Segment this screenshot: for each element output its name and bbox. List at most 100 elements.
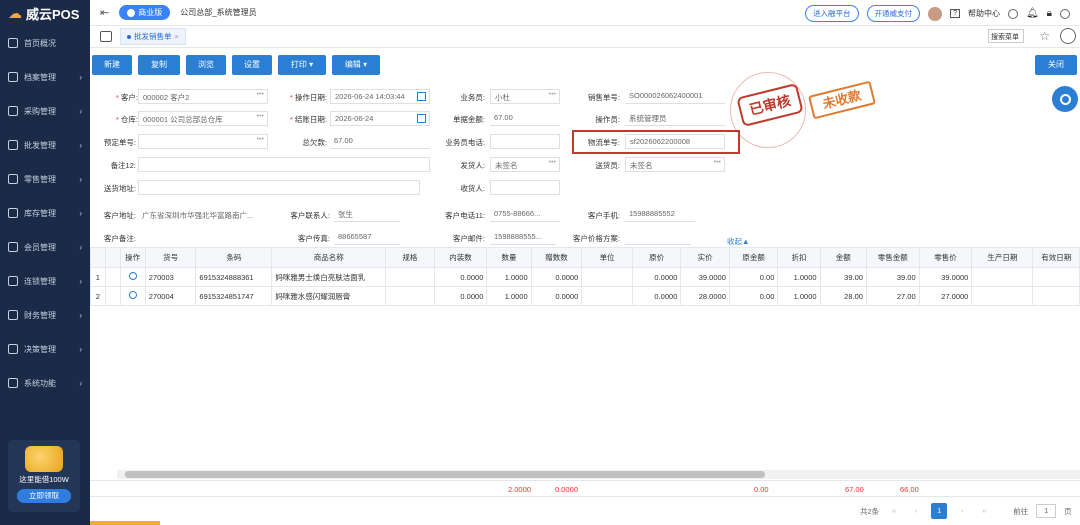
settings-button[interactable]: 设置 xyxy=(232,55,272,75)
copy-button[interactable]: 复制 xyxy=(138,55,180,75)
table-cell[interactable] xyxy=(104,267,121,287)
search-icon[interactable] xyxy=(128,272,137,280)
column-header[interactable]: 商品名称 xyxy=(271,247,387,268)
table-cell[interactable]: 270004 xyxy=(144,286,197,306)
sidebar-item-10[interactable]: 系统功能 › xyxy=(0,366,90,400)
sidebar-item-4[interactable]: 零售管理 › xyxy=(0,162,90,196)
search-icon[interactable] xyxy=(128,291,137,299)
column-header[interactable]: 生产日期 xyxy=(971,247,1034,268)
table-cell[interactable] xyxy=(581,286,633,306)
receiver-field[interactable] xyxy=(490,180,560,195)
sidebar-item-9[interactable]: 决策管理 › xyxy=(0,332,90,366)
table-cell[interactable]: 0.0000 xyxy=(530,286,583,306)
app-logo[interactable]: ☁ 威云POS xyxy=(0,0,90,26)
next-page-icon[interactable]: › xyxy=(955,504,969,518)
table-cell[interactable]: 0.0000 xyxy=(433,267,488,287)
tab-wholesale-sale[interactable]: 批发销售单 × xyxy=(120,28,186,45)
table-cell[interactable]: 6915324888361 xyxy=(195,267,273,287)
column-header[interactable]: 折扣 xyxy=(777,247,821,268)
table-cell[interactable] xyxy=(971,267,1034,287)
column-header[interactable] xyxy=(90,247,106,268)
deliverer-field[interactable]: 未签名 ••• xyxy=(625,157,725,172)
table-cell[interactable]: 0.00 xyxy=(728,267,779,287)
ship-addr-field[interactable] xyxy=(138,180,420,195)
lookup-icon[interactable]: ••• xyxy=(549,91,556,98)
column-header[interactable] xyxy=(104,247,121,268)
last-page-icon[interactable]: » xyxy=(977,504,991,518)
lookup-icon[interactable]: ••• xyxy=(257,91,264,98)
table-cell[interactable]: 妈咪雅水感闪耀润唇膏 xyxy=(271,286,387,306)
table-cell[interactable]: 0.0000 xyxy=(631,286,682,306)
menu-toggle-icon[interactable]: ⇤ xyxy=(100,6,109,19)
new-button[interactable]: 新建 xyxy=(92,55,132,75)
op-date-field[interactable]: 2026-06-24 14:03:44 xyxy=(330,89,430,104)
preorder-field[interactable]: ••• xyxy=(138,134,268,149)
table-cell[interactable]: 0.0000 xyxy=(530,267,583,287)
calendar-icon[interactable] xyxy=(417,92,426,101)
salesman-phone-field[interactable] xyxy=(490,134,560,149)
page-input[interactable]: 1 xyxy=(1036,504,1057,518)
star-icon[interactable]: ☆ xyxy=(1039,29,1050,43)
horizontal-scrollbar[interactable] xyxy=(117,470,1080,479)
lookup-icon[interactable]: ••• xyxy=(549,159,556,166)
table-cell[interactable] xyxy=(581,267,633,287)
edit-button[interactable]: 编辑 ▾ xyxy=(332,55,380,75)
sidebar-item-3[interactable]: 批发管理 › xyxy=(0,128,90,162)
column-header[interactable]: 操作 xyxy=(119,247,146,268)
table-cell[interactable]: 1.0000 xyxy=(777,267,821,287)
table-cell[interactable] xyxy=(1032,267,1080,287)
sidebar-item-8[interactable]: 财务管理 › xyxy=(0,298,90,332)
warehouse-field[interactable]: 000001 公司总部总仓库 ••• xyxy=(138,111,268,126)
column-header[interactable]: 原价 xyxy=(631,247,682,268)
sidebar-item-7[interactable]: 连锁管理 › xyxy=(0,264,90,298)
column-header[interactable]: 规格 xyxy=(385,247,435,268)
table-cell[interactable]: 39.00 xyxy=(865,267,920,287)
menu-search-input[interactable]: 搜索菜单 xyxy=(988,29,1024,43)
print-button[interactable]: 打印 ▾ xyxy=(278,55,326,75)
lookup-icon[interactable]: ••• xyxy=(257,113,264,120)
info-icon[interactable] xyxy=(1007,8,1018,19)
table-cell[interactable] xyxy=(104,286,121,306)
browse-button[interactable]: 浏览 xyxy=(186,55,226,75)
column-header[interactable]: 数量 xyxy=(486,247,532,268)
column-header[interactable]: 金额 xyxy=(819,247,867,268)
lookup-icon[interactable]: ••• xyxy=(714,159,721,166)
table-cell[interactable]: 0.00 xyxy=(728,286,779,306)
bell-icon[interactable]: 🔔︎ xyxy=(1026,8,1039,19)
table-cell[interactable]: 28.00 xyxy=(819,286,867,306)
sidebar-item-6[interactable]: 会员管理 › xyxy=(0,230,90,264)
column-header[interactable]: 单位 xyxy=(581,247,633,268)
close-icon[interactable]: × xyxy=(175,32,179,41)
table-cell[interactable]: 1.0000 xyxy=(486,286,532,306)
remark-field[interactable] xyxy=(138,157,430,172)
table-cell[interactable]: 0.0000 xyxy=(433,286,488,306)
sidebar-item-5[interactable]: 库存管理 › xyxy=(0,196,90,230)
table-cell[interactable]: 2 xyxy=(90,286,106,306)
column-header[interactable]: 有效日期 xyxy=(1032,247,1080,268)
search-fab[interactable] xyxy=(1052,86,1078,112)
table-row[interactable]: 2 270004 6915324851747 妈咪雅水感闪耀润唇膏 0.0000 1.00… xyxy=(90,286,1080,306)
scroll-thumb[interactable] xyxy=(125,471,765,478)
table-cell[interactable]: 6915324851747 xyxy=(195,286,273,306)
column-header[interactable]: 赠数数 xyxy=(530,247,583,268)
lock-icon[interactable]: 🔒︎ xyxy=(1047,8,1052,19)
table-cell[interactable]: 妈咪雅男士焕白亮肤洁面乳 xyxy=(271,267,387,287)
customer-field[interactable]: 000002 客户2 ••• xyxy=(138,89,268,104)
table-cell[interactable]: 0.0000 xyxy=(631,267,682,287)
table-row[interactable]: 1 270003 6915324888361 妈咪雅男士焕白亮肤洁面乳 0.0000 1.… xyxy=(90,267,1080,287)
shipper-field[interactable]: 未签名 ••• xyxy=(490,157,560,172)
table-cell[interactable] xyxy=(971,286,1034,306)
row-search-cell[interactable] xyxy=(119,267,146,287)
promo-button[interactable]: 立即领取 xyxy=(17,489,71,503)
settle-date-field[interactable]: 2026-06-24 xyxy=(330,111,430,126)
help-center-link[interactable]: 帮助中心 xyxy=(968,8,1000,19)
column-header[interactable]: 货号 xyxy=(144,247,197,268)
salesman-field[interactable]: 小杜 ••• xyxy=(490,89,560,104)
current-page[interactable]: 1 xyxy=(931,503,948,519)
column-header[interactable]: 条码 xyxy=(195,247,273,268)
enter-platform-button[interactable]: 进入融平台 xyxy=(805,5,859,22)
table-cell[interactable] xyxy=(1032,286,1080,306)
sidebar-item-1[interactable]: 档案管理 › xyxy=(0,60,90,94)
table-cell[interactable] xyxy=(385,267,435,287)
table-cell[interactable]: 270003 xyxy=(144,267,197,287)
